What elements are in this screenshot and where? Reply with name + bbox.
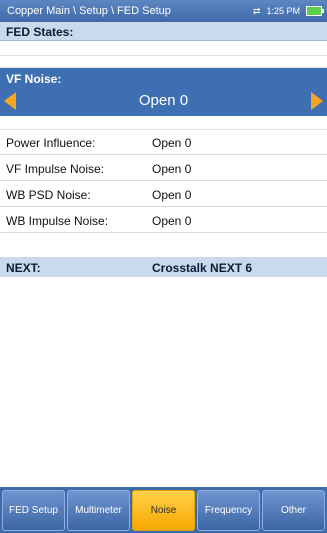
- status-area: ⇄ 1:25 PM: [252, 5, 324, 17]
- tab-multimeter[interactable]: Multimeter: [67, 490, 130, 531]
- connection-icon: ⇄: [252, 5, 261, 16]
- tab-other[interactable]: Other: [262, 490, 325, 531]
- blank-row: [0, 56, 327, 68]
- row-value: Open 0: [152, 214, 192, 228]
- vf-noise-selector[interactable]: VF Noise: Open 0: [0, 68, 327, 116]
- title-bar: Copper Main \ Setup \ FED Setup ⇄ 1:25 P…: [0, 0, 327, 22]
- tab-noise[interactable]: Noise: [132, 490, 195, 531]
- row-label: WB PSD Noise:: [6, 188, 91, 202]
- section-header-fed-states: FED States:: [0, 22, 327, 41]
- row-value: Open 0: [152, 162, 192, 176]
- row-label: NEXT:: [6, 261, 41, 275]
- row-wb-impulse-noise[interactable]: WB Impulse Noise: Open 0: [0, 207, 327, 233]
- row-label: VF Impulse Noise:: [6, 162, 105, 176]
- row-wb-psd-noise[interactable]: WB PSD Noise: Open 0: [0, 181, 327, 207]
- row-vf-impulse-noise[interactable]: VF Impulse Noise: Open 0: [0, 155, 327, 181]
- blank-row: [0, 41, 327, 56]
- row-next[interactable]: NEXT: Crosstalk NEXT 6: [0, 257, 327, 277]
- breadcrumb: Copper Main \ Setup \ FED Setup: [7, 5, 171, 17]
- next-arrow-icon[interactable]: [311, 92, 323, 110]
- vf-noise-label: VF Noise:: [6, 72, 62, 86]
- tab-frequency[interactable]: Frequency: [197, 490, 260, 531]
- row-value: Crosstalk NEXT 6: [152, 261, 253, 275]
- bottom-tab-bar: FED Setup Multimeter Noise Frequency Oth…: [0, 487, 327, 533]
- row-label: WB Impulse Noise:: [6, 214, 109, 228]
- row-value: Open 0: [152, 188, 192, 202]
- tab-fed-setup[interactable]: FED Setup: [2, 490, 65, 531]
- row-label: Power Influence:: [6, 136, 96, 150]
- row-power-influence[interactable]: Power Influence: Open 0: [0, 129, 327, 155]
- clock: 1:25 PM: [266, 6, 300, 16]
- battery-icon: [306, 6, 324, 16]
- blank-row: [0, 233, 327, 258]
- vf-noise-value: Open 0: [138, 92, 189, 109]
- row-value: Open 0: [152, 136, 192, 150]
